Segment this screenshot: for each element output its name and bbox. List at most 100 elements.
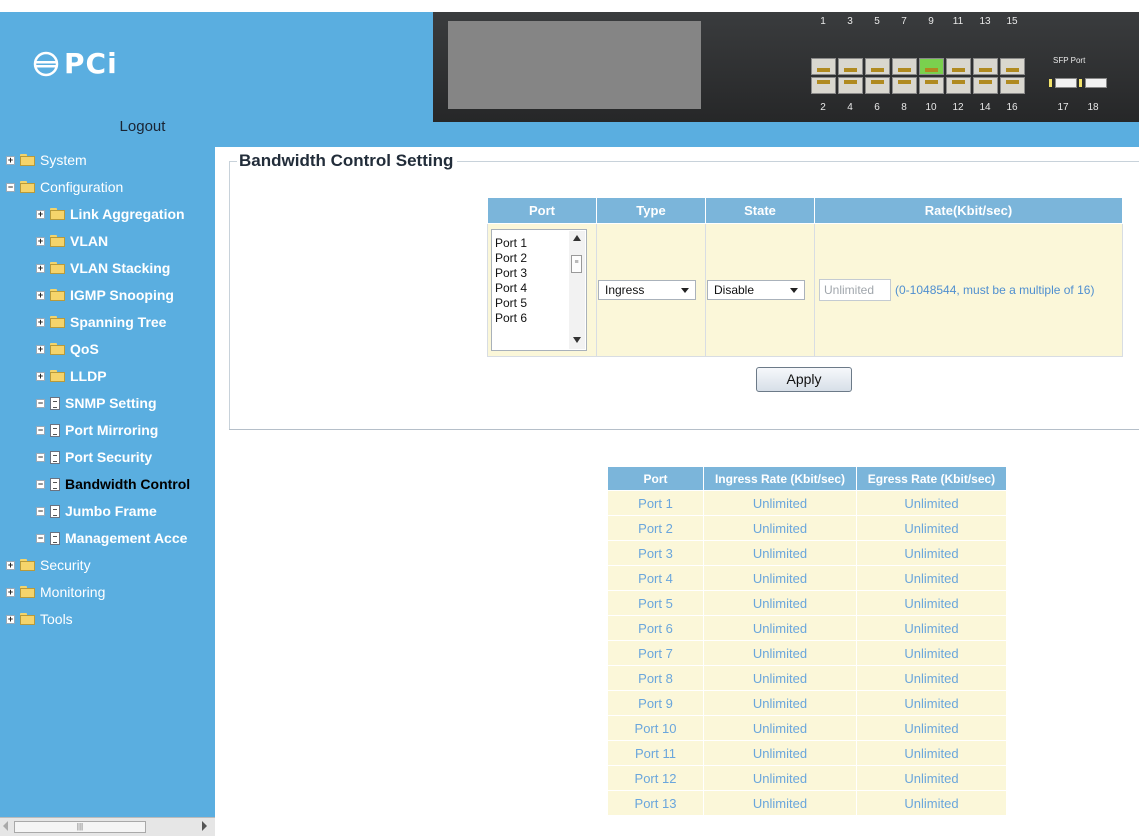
sidebar-item-lldp[interactable]: + LLDP (36, 366, 107, 386)
cell-egress-rate: Unlimited (856, 715, 1007, 741)
type-cell: Ingress (596, 223, 706, 357)
port-number-label: 14 (979, 102, 991, 113)
port-number-label: 3 (847, 16, 853, 27)
cell-port: Port 12 (607, 765, 704, 791)
port-number-label: 4 (847, 102, 853, 113)
expand-icon[interactable]: + (6, 587, 15, 597)
port-list-scrollbar[interactable]: ≡ (569, 231, 585, 349)
state-select[interactable]: Disable (707, 280, 805, 300)
sidebar-item-label: Configuration (40, 179, 124, 195)
scroll-down-arrow-icon[interactable] (573, 337, 581, 343)
sidebar-item-security[interactable]: + Security (6, 555, 91, 575)
cell-ingress-rate: Unlimited (703, 540, 857, 566)
scrollbar-thumb[interactable]: ||| (14, 821, 146, 833)
sidebar-item-tools[interactable]: + Tools (6, 609, 73, 629)
state-cell: Disable (705, 223, 815, 357)
sidebar-item-label: Port Mirroring (65, 422, 159, 438)
type-select[interactable]: Ingress (598, 280, 696, 300)
port-led (925, 68, 938, 72)
folder-icon (50, 343, 65, 355)
sidebar-item-label: Tools (40, 611, 73, 627)
cell-ingress-rate: Unlimited (703, 790, 857, 816)
collapse-icon[interactable]: − (36, 398, 45, 408)
sidebar-item-port-mirroring[interactable]: − Port Mirroring (36, 420, 158, 440)
cell-egress-rate: Unlimited (856, 665, 1007, 691)
sidebar-item-monitoring[interactable]: + Monitoring (6, 582, 105, 602)
sidebar-item-label: LLDP (70, 368, 107, 384)
cell-ingress-rate: Unlimited (703, 490, 857, 516)
sidebar-item-label: Bandwidth Control (65, 476, 191, 492)
expand-icon[interactable]: + (36, 263, 45, 273)
expand-icon[interactable]: + (36, 209, 45, 219)
table-row: Port 8 Unlimited Unlimited (607, 665, 1007, 691)
port-number-label: 2 (820, 102, 826, 113)
apply-button[interactable]: Apply (756, 367, 852, 392)
sidebar-item-system[interactable]: + System (6, 150, 87, 170)
collapse-icon[interactable]: − (36, 452, 45, 462)
table-row: Port 2 Unlimited Unlimited (607, 515, 1007, 541)
port-number-label: 15 (1006, 16, 1018, 27)
rate-input[interactable]: Unlimited (819, 279, 891, 301)
cell-port: Port 13 (607, 790, 704, 816)
collapse-icon[interactable]: − (36, 506, 45, 516)
sidebar-item-spanning-tree[interactable]: + Spanning Tree (36, 312, 166, 332)
expand-icon[interactable]: + (36, 317, 45, 327)
ethernet-port-icon (919, 58, 944, 75)
expand-icon[interactable]: + (36, 344, 45, 354)
sidebar-item-qos[interactable]: + QoS (36, 339, 99, 359)
collapse-icon[interactable]: − (36, 533, 45, 543)
sidebar-item-link-aggregation[interactable]: + Link Aggregation (36, 204, 185, 224)
collapse-icon[interactable]: − (36, 425, 45, 435)
port-cell: Port 1 Port 2 Port 3 Port 4 Port 5 Port 6 ≡ (487, 223, 597, 357)
scroll-up-arrow-icon[interactable] (573, 235, 581, 241)
port-multiselect[interactable]: Port 1 Port 2 Port 3 Port 4 Port 5 Port 6 ≡ (491, 229, 587, 351)
logo-globe-icon (33, 51, 59, 77)
port-led (817, 68, 830, 72)
sfp-led (1079, 79, 1082, 87)
cell-ingress-rate: Unlimited (703, 640, 857, 666)
bandwidth-status-table: Port Ingress Rate (Kbit/sec) Egress Rate… (607, 466, 1007, 816)
ethernet-port-icon (838, 77, 863, 94)
sidebar-item-label: VLAN (70, 233, 109, 249)
logout-link[interactable]: Logout (0, 118, 285, 135)
folder-icon (20, 613, 35, 625)
expand-icon[interactable]: + (36, 290, 45, 300)
cell-egress-rate: Unlimited (856, 765, 1007, 791)
port-led (871, 68, 884, 72)
folder-icon (50, 316, 65, 328)
folder-icon (20, 154, 35, 166)
cell-egress-rate: Unlimited (856, 640, 1007, 666)
cell-ingress-rate: Unlimited (703, 690, 857, 716)
expand-icon[interactable]: + (6, 155, 15, 165)
collapse-icon[interactable]: − (6, 182, 15, 192)
sidebar-item-snmp-setting[interactable]: − SNMP Setting (36, 393, 157, 413)
sidebar-item-label: Link Aggregation (70, 206, 185, 222)
folder-icon (20, 559, 35, 571)
sidebar-item-port-security[interactable]: − Port Security (36, 447, 152, 467)
sidebar-item-jumbo-frame[interactable]: − Jumbo Frame (36, 501, 157, 521)
expand-icon[interactable]: + (6, 614, 15, 624)
logo: PCi (32, 50, 118, 78)
sidebar-item-label: IGMP Snooping (70, 287, 174, 303)
cell-port: Port 7 (607, 640, 704, 666)
section-divider (229, 429, 1139, 430)
sidebar-horizontal-scrollbar[interactable]: ||| (0, 817, 215, 836)
expand-icon[interactable]: + (36, 371, 45, 381)
scroll-left-arrow-icon[interactable] (3, 821, 8, 831)
sidebar-item-vlan[interactable]: + VLAN (36, 231, 108, 251)
expand-icon[interactable]: + (6, 560, 15, 570)
port-list-scroll-thumb[interactable]: ≡ (571, 255, 582, 273)
expand-icon[interactable]: + (36, 236, 45, 246)
sidebar-item-configuration[interactable]: − Configuration (6, 177, 123, 197)
sidebar-item-igmp-snooping[interactable]: + IGMP Snooping (36, 285, 174, 305)
control-table-header: Port Type State Rate(Kbit/sec) (487, 197, 1123, 224)
port-number-label: 10 (925, 102, 937, 113)
collapse-icon[interactable]: − (36, 479, 45, 489)
sidebar-item-vlan-stacking[interactable]: + VLAN Stacking (36, 258, 170, 278)
bandwidth-control-table: Port Type State Rate(Kbit/sec) Port 1 Por… (487, 197, 1123, 357)
cell-egress-rate: Unlimited (856, 740, 1007, 766)
cell-port: Port 9 (607, 690, 704, 716)
sidebar-item-management-acce[interactable]: − Management Acce (36, 528, 187, 548)
sidebar-item-bandwidth-control[interactable]: − Bandwidth Control (36, 474, 190, 494)
scroll-right-arrow-icon[interactable] (202, 821, 207, 831)
